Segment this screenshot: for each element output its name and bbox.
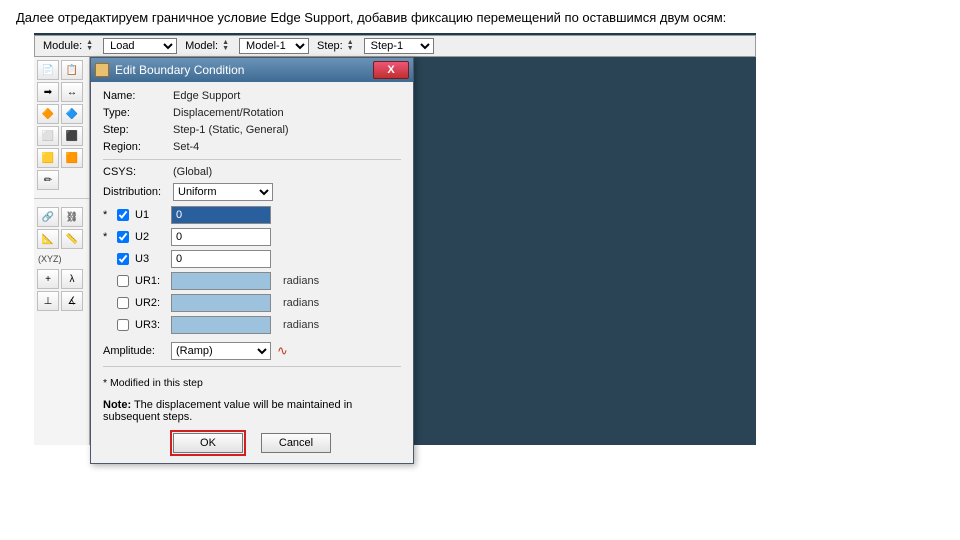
amplitude-label: Amplitude: [103, 345, 165, 357]
dof-input-3 [171, 272, 271, 290]
instruction-text: Далее отредактируем граничное условие Ed… [0, 0, 960, 33]
dof-row-ur1: UR1: radians [103, 272, 401, 290]
module-select[interactable]: Load [103, 38, 177, 54]
step-select[interactable]: Step-1 [364, 38, 434, 54]
xyz-label: (XYZ) [34, 251, 89, 267]
dof-input-2[interactable] [171, 250, 271, 268]
step-label: Step: [103, 124, 173, 136]
dialog-title: Edit Boundary Condition [115, 63, 373, 77]
displacement-note: Note: The displacement value will be mai… [103, 399, 401, 423]
name-value: Edge Support [173, 90, 240, 102]
region-value: Set-4 [173, 141, 199, 153]
modified-star: * [103, 209, 111, 221]
name-label: Name: [103, 90, 173, 102]
dof-checkbox-5[interactable] [117, 319, 129, 331]
dof-row-u1: * U1 [103, 206, 401, 224]
viewport: Edit Boundary Condition X Name:Edge Supp… [90, 57, 756, 445]
tool-19[interactable]: ∡ [61, 291, 83, 311]
tool-17[interactable]: λ [61, 269, 83, 289]
region-label: Region: [103, 141, 173, 153]
module-label: Module: [43, 40, 82, 52]
dof-checkbox-2[interactable] [117, 253, 129, 265]
edit-bc-dialog: Edit Boundary Condition X Name:Edge Supp… [90, 57, 414, 464]
dialog-titlebar[interactable]: Edit Boundary Condition X [91, 58, 413, 82]
dof-row-ur2: UR2: radians [103, 294, 401, 312]
tool-11[interactable]: ✏ [37, 170, 59, 190]
distribution-select[interactable]: Uniform [173, 183, 273, 201]
dof-checkbox-3[interactable] [117, 275, 129, 287]
dof-label: U3 [135, 253, 165, 265]
modified-star: * [103, 231, 111, 243]
tool-3[interactable]: ➡ [37, 82, 59, 102]
amplitude-select[interactable]: (Ramp) [171, 342, 271, 360]
model-stepper[interactable]: ▲▼ [222, 40, 229, 52]
tool-6[interactable]: 🔷 [61, 104, 83, 124]
tool-12[interactable]: 🔗 [37, 207, 59, 227]
csys-value: (Global) [173, 166, 212, 178]
tool-14[interactable]: 📐 [37, 229, 59, 249]
distribution-label: Distribution: [103, 186, 173, 198]
dof-row-ur3: UR3: radians [103, 316, 401, 334]
tool-7[interactable]: ⬜ [37, 126, 59, 146]
model-select[interactable]: Model-1 [239, 38, 309, 54]
dof-input-4 [171, 294, 271, 312]
tool-18[interactable]: ⊥ [37, 291, 59, 311]
app-window: Module: ▲▼ Load Model: ▲▼ Model-1 Step: … [34, 33, 756, 445]
type-label: Type: [103, 107, 173, 119]
dof-unit: radians [283, 275, 319, 287]
tool-2[interactable]: 📋 [61, 60, 83, 80]
amplitude-create-icon[interactable]: ∿ [277, 343, 288, 359]
ok-button[interactable]: OK [173, 433, 243, 453]
modified-note: * Modified in this step [103, 377, 401, 389]
dof-label: UR1: [135, 275, 165, 287]
dialog-icon [95, 63, 109, 77]
dof-label: U1 [135, 209, 165, 221]
dof-input-1[interactable] [171, 228, 271, 246]
tool-9[interactable]: 🟨 [37, 148, 59, 168]
toolbox: 📄📋 ➡↔ 🔶🔷 ⬜⬛ 🟨🟧 ✏ 🔗⛓ 📐📏 (XYZ) +λ ⊥∡ [34, 57, 90, 445]
dof-row-u3: U3 [103, 250, 401, 268]
context-bar: Module: ▲▼ Load Model: ▲▼ Model-1 Step: … [34, 35, 756, 57]
dof-checkbox-4[interactable] [117, 297, 129, 309]
csys-label: CSYS: [103, 166, 173, 178]
dof-checkbox-1[interactable] [117, 231, 129, 243]
type-value: Displacement/Rotation [173, 107, 284, 119]
tool-15[interactable]: 📏 [61, 229, 83, 249]
dof-unit: radians [283, 319, 319, 331]
tool-4[interactable]: ↔ [61, 82, 83, 102]
step-value: Step-1 (Static, General) [173, 124, 289, 136]
step-label: Step: [317, 40, 343, 52]
tool-13[interactable]: ⛓ [61, 207, 83, 227]
tool-16[interactable]: + [37, 269, 59, 289]
tool-8[interactable]: ⬛ [61, 126, 83, 146]
tool-5[interactable]: 🔶 [37, 104, 59, 124]
dof-checkbox-0[interactable] [117, 209, 129, 221]
tool-10[interactable]: 🟧 [61, 148, 83, 168]
dof-input-5 [171, 316, 271, 334]
model-label: Model: [185, 40, 218, 52]
step-stepper[interactable]: ▲▼ [347, 40, 354, 52]
module-stepper[interactable]: ▲▼ [86, 40, 93, 52]
dof-label: U2 [135, 231, 165, 243]
dof-unit: radians [283, 297, 319, 309]
dof-row-u2: * U2 [103, 228, 401, 246]
tool-1[interactable]: 📄 [37, 60, 59, 80]
cancel-button[interactable]: Cancel [261, 433, 331, 453]
dof-label: UR3: [135, 319, 165, 331]
dof-input-0[interactable] [171, 206, 271, 224]
close-button[interactable]: X [373, 61, 409, 79]
dof-label: UR2: [135, 297, 165, 309]
